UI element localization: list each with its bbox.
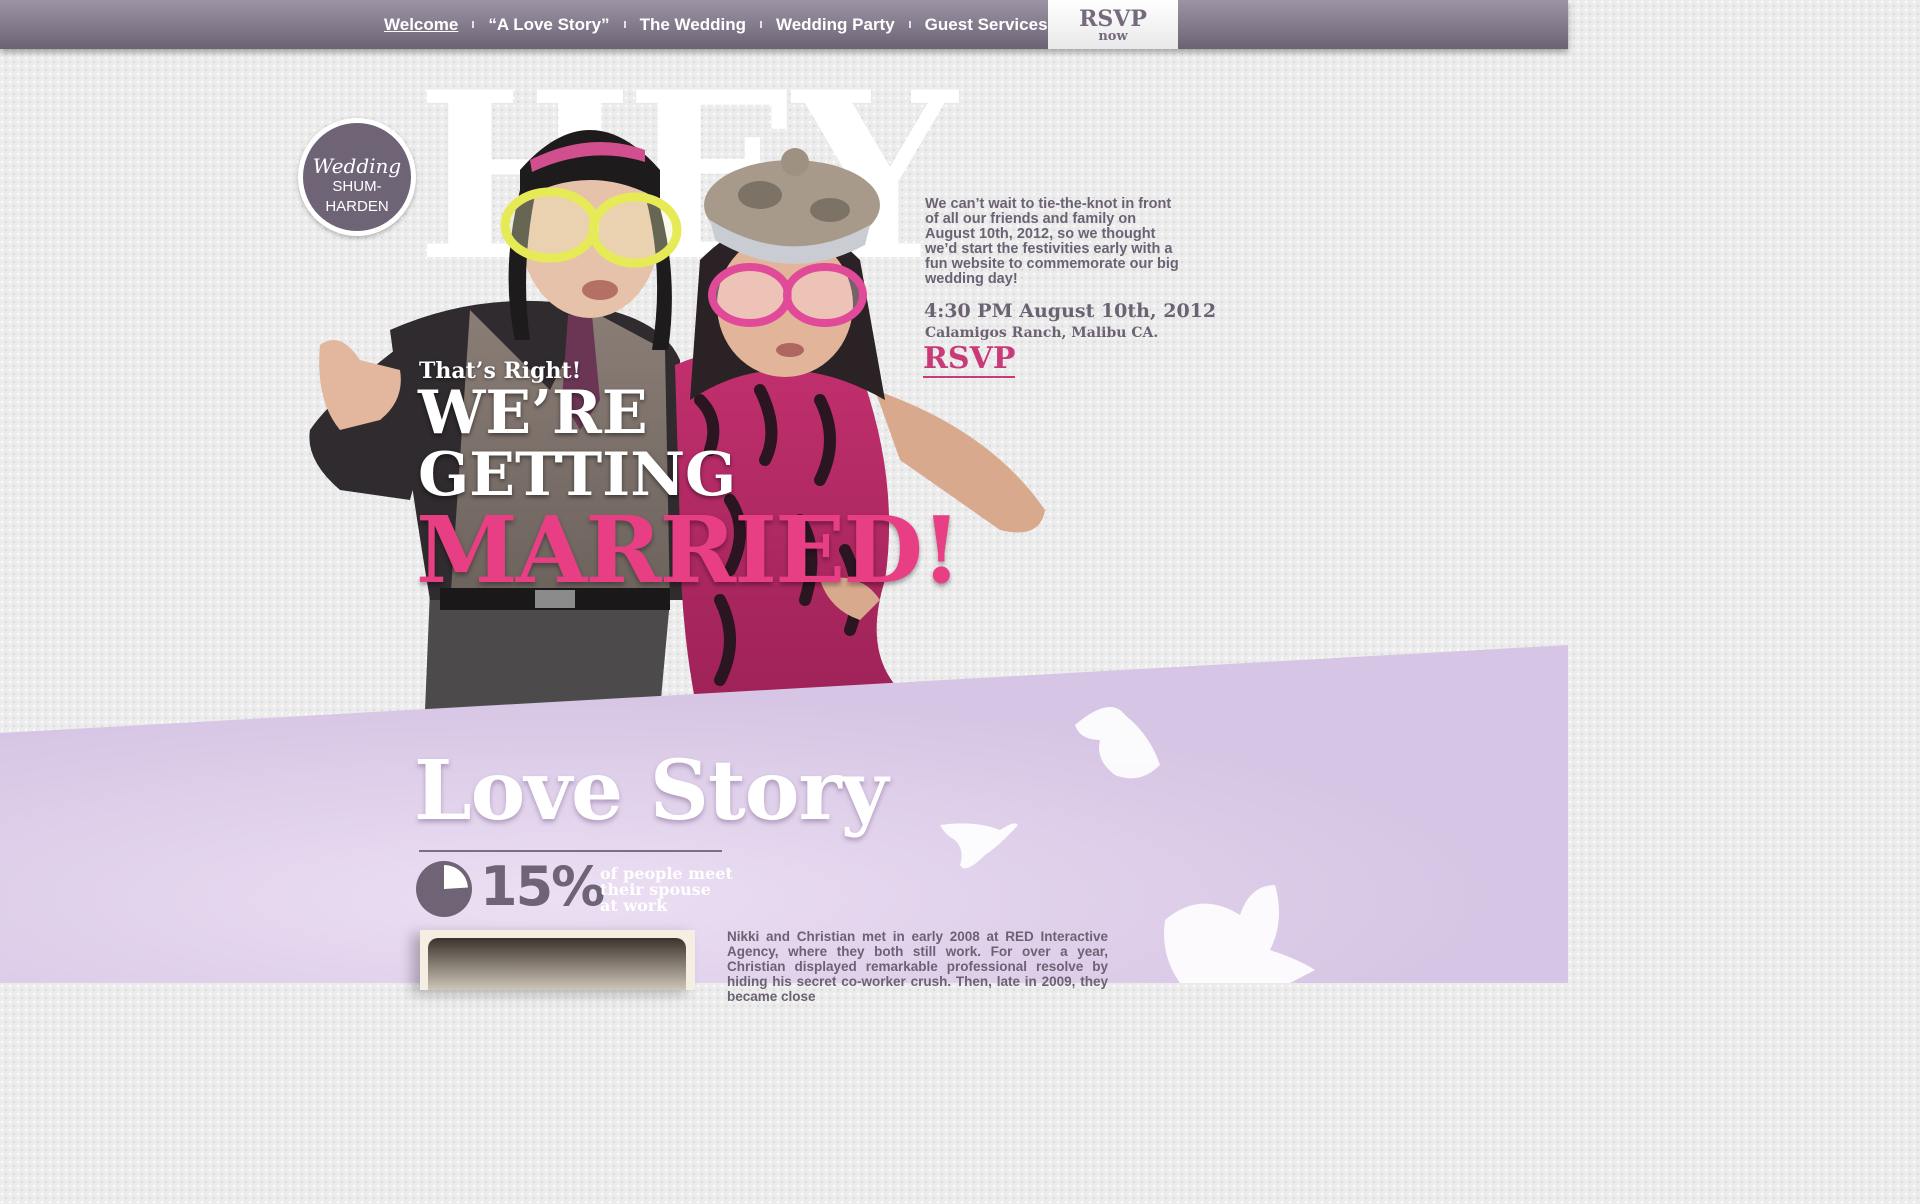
nav-separator (759, 21, 762, 28)
love-story-paragraph: Nikki and Christian met in early 2008 at… (727, 929, 1108, 1004)
nav-guest-services[interactable]: Guest Services (913, 15, 1060, 35)
nav-separator (623, 21, 626, 28)
headline-were: WE’RE (418, 378, 648, 448)
stat-pie-icon (416, 861, 472, 917)
stat-caption-line-3: at work (600, 896, 668, 915)
badge-name-text: SHUM-HARDEN (325, 178, 389, 215)
rsvp-now-big: RSVP (1079, 6, 1147, 32)
nav-welcome[interactable]: Welcome (372, 15, 470, 35)
badge-inner: Wedding SHUM-HARDEN (303, 123, 411, 231)
nav-wedding-party[interactable]: Wedding Party (764, 15, 907, 35)
rsvp-now-button[interactable]: RSVP now (1048, 0, 1178, 49)
nav-the-wedding[interactable]: The Wedding (628, 15, 758, 35)
event-venue: Calamigos Ranch, Malibu CA. (925, 325, 1159, 341)
rsvp-link[interactable]: RSVP (923, 342, 1016, 378)
top-nav-bar: Welcome “A Love Story” The Wedding Weddi… (0, 0, 1568, 49)
love-story-photo (420, 930, 695, 990)
rsvp-now-small: now (1098, 29, 1128, 44)
event-datetime: 4:30 PM August 10th, 2012 (924, 300, 1217, 322)
main-nav: Welcome “A Love Story” The Wedding Weddi… (372, 0, 1066, 49)
nav-separator (908, 21, 911, 28)
intro-paragraph: We can’t wait to tie-the-knot in front o… (925, 196, 1179, 287)
love-story-title: Love Story (414, 743, 888, 839)
stat-percentage: 15% (480, 855, 605, 918)
badge-script-text: Wedding (312, 154, 402, 178)
headline-married: MARRIED! (416, 496, 961, 604)
stat-caption: of people meet their spouse at work (600, 866, 733, 914)
photo-image (428, 938, 686, 990)
wedding-logo-badge[interactable]: Wedding SHUM-HARDEN (298, 118, 416, 236)
nav-love-story[interactable]: “A Love Story” (476, 15, 621, 35)
nav-separator (472, 21, 475, 28)
title-divider (419, 850, 722, 852)
pie-slice (444, 865, 468, 889)
